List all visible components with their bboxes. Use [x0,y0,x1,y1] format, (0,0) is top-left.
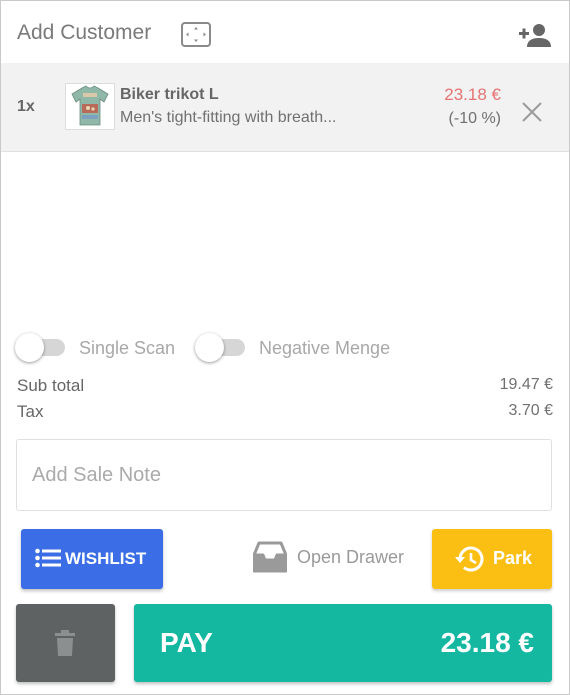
inbox-icon [252,541,288,578]
wishlist-button[interactable]: WISHLIST [21,529,163,589]
negative-menge-label: Negative Menge [259,338,391,358]
fullscreen-icon[interactable] [181,22,211,47]
tax-row: Tax 3.70 € [17,402,553,428]
scan-toggles: Single Scan Negative Menge [1,331,569,365]
totals-summary: Sub total 19.47 € Tax 3.70 € [17,376,553,428]
tax-value: 3.70 € [508,402,553,419]
single-scan-label: Single Scan [79,338,176,358]
list-icon [35,548,61,571]
cart-header: Add Customer [1,1,569,63]
toggle-knob[interactable] [15,333,44,362]
sale-note-field[interactable] [16,439,552,511]
sale-note-input[interactable] [17,440,551,510]
cart-item-row[interactable]: 1x Biker trikot L Men's tight-fitting wi… [1,63,569,152]
add-customer-button[interactable]: Add Customer [17,21,151,45]
pay-amount: 23.18 € [440,627,534,658]
wishlist-label: WISHLIST [65,549,147,568]
pos-cart-panel: Add Customer 1x Biker trikot L Men's tig… [0,0,570,695]
product-thumbnail [65,83,115,130]
item-discount: (-10 %) [448,110,501,127]
open-drawer-button[interactable]: Open Drawer [252,539,413,579]
item-price[interactable]: 23.18 € [444,85,501,105]
close-icon[interactable] [521,101,543,123]
open-drawer-label: Open Drawer [297,547,405,567]
park-button[interactable]: Park [432,529,552,589]
history-icon [452,544,484,577]
product-description: Men's tight-fitting with breath... [120,109,337,126]
tax-label: Tax [17,402,44,421]
subtotal-value: 19.47 € [499,376,553,393]
item-quantity[interactable]: 1x [17,98,35,116]
toggle-knob[interactable] [195,333,224,362]
delete-cart-button[interactable] [16,604,115,682]
pay-label: PAY [160,627,213,658]
park-label: Park [493,548,533,568]
subtotal-row: Sub total 19.47 € [17,376,553,402]
trash-icon [55,630,75,659]
person-add-icon[interactable] [517,21,551,49]
product-name: Biker trikot L [120,86,219,103]
subtotal-label: Sub total [17,376,85,395]
pay-button[interactable]: PAY 23.18 € [134,604,552,682]
